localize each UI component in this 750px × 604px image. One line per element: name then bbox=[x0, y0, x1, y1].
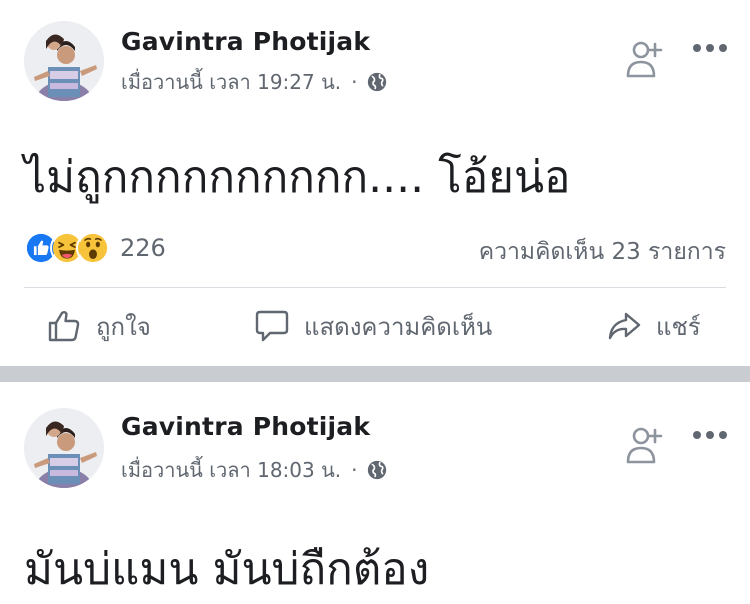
author-name[interactable]: Gavintra Photijak bbox=[121, 412, 370, 441]
post: Gavintra Photijak เมื่อวานนี้ เวลา 18:03… bbox=[0, 382, 750, 604]
reaction-count[interactable]: 226 bbox=[120, 234, 166, 262]
like-button[interactable]: ถูกใจ bbox=[46, 304, 151, 348]
reactions-summary[interactable]: 226 bbox=[24, 230, 166, 266]
add-friend-icon[interactable] bbox=[624, 422, 668, 466]
post-meta: เมื่อวานนี้ เวลา 19:27 น. · bbox=[121, 66, 388, 98]
comment-button[interactable]: แสดงความคิดเห็น bbox=[254, 304, 492, 348]
feed-separator bbox=[0, 366, 750, 382]
meta-separator: · bbox=[351, 70, 358, 94]
comment-bubble-icon bbox=[255, 310, 289, 342]
add-friend-icon[interactable] bbox=[624, 36, 668, 80]
author-name[interactable]: Gavintra Photijak bbox=[121, 27, 370, 56]
share-arrow-icon bbox=[608, 312, 641, 340]
timestamp[interactable]: เมื่อวานนี้ เวลา 19:27 น. bbox=[121, 66, 341, 98]
post-text: มันบ่แมน มันบ่ถืกต้อง bbox=[24, 544, 430, 595]
post-meta: เมื่อวานนี้ เวลา 18:03 น. · bbox=[121, 454, 388, 486]
comment-label: แสดงความคิดเห็น bbox=[304, 312, 493, 341]
timestamp[interactable]: เมื่อวานนี้ เวลา 18:03 น. bbox=[121, 454, 341, 486]
comment-count[interactable]: ความคิดเห็น 23 รายการ bbox=[479, 234, 726, 270]
share-button[interactable]: แชร์ bbox=[606, 304, 701, 348]
globe-icon[interactable] bbox=[366, 459, 388, 481]
wow-reaction-icon bbox=[76, 231, 110, 265]
share-label: แชร์ bbox=[656, 312, 701, 341]
avatar[interactable] bbox=[24, 21, 104, 101]
more-options-icon[interactable] bbox=[692, 426, 728, 439]
post-text: ไม่ถูกกกกกกกกกก.... โอ้ยน่อ bbox=[24, 152, 571, 203]
like-label: ถูกใจ bbox=[96, 312, 151, 341]
avatar[interactable] bbox=[24, 408, 104, 488]
globe-icon[interactable] bbox=[366, 71, 388, 93]
divider bbox=[24, 287, 726, 288]
post: Gavintra Photijak เมื่อวานนี้ เวลา 19:27… bbox=[0, 0, 750, 366]
thumbs-up-icon bbox=[48, 311, 80, 342]
meta-separator: · bbox=[351, 458, 358, 482]
more-options-icon[interactable] bbox=[692, 39, 728, 52]
